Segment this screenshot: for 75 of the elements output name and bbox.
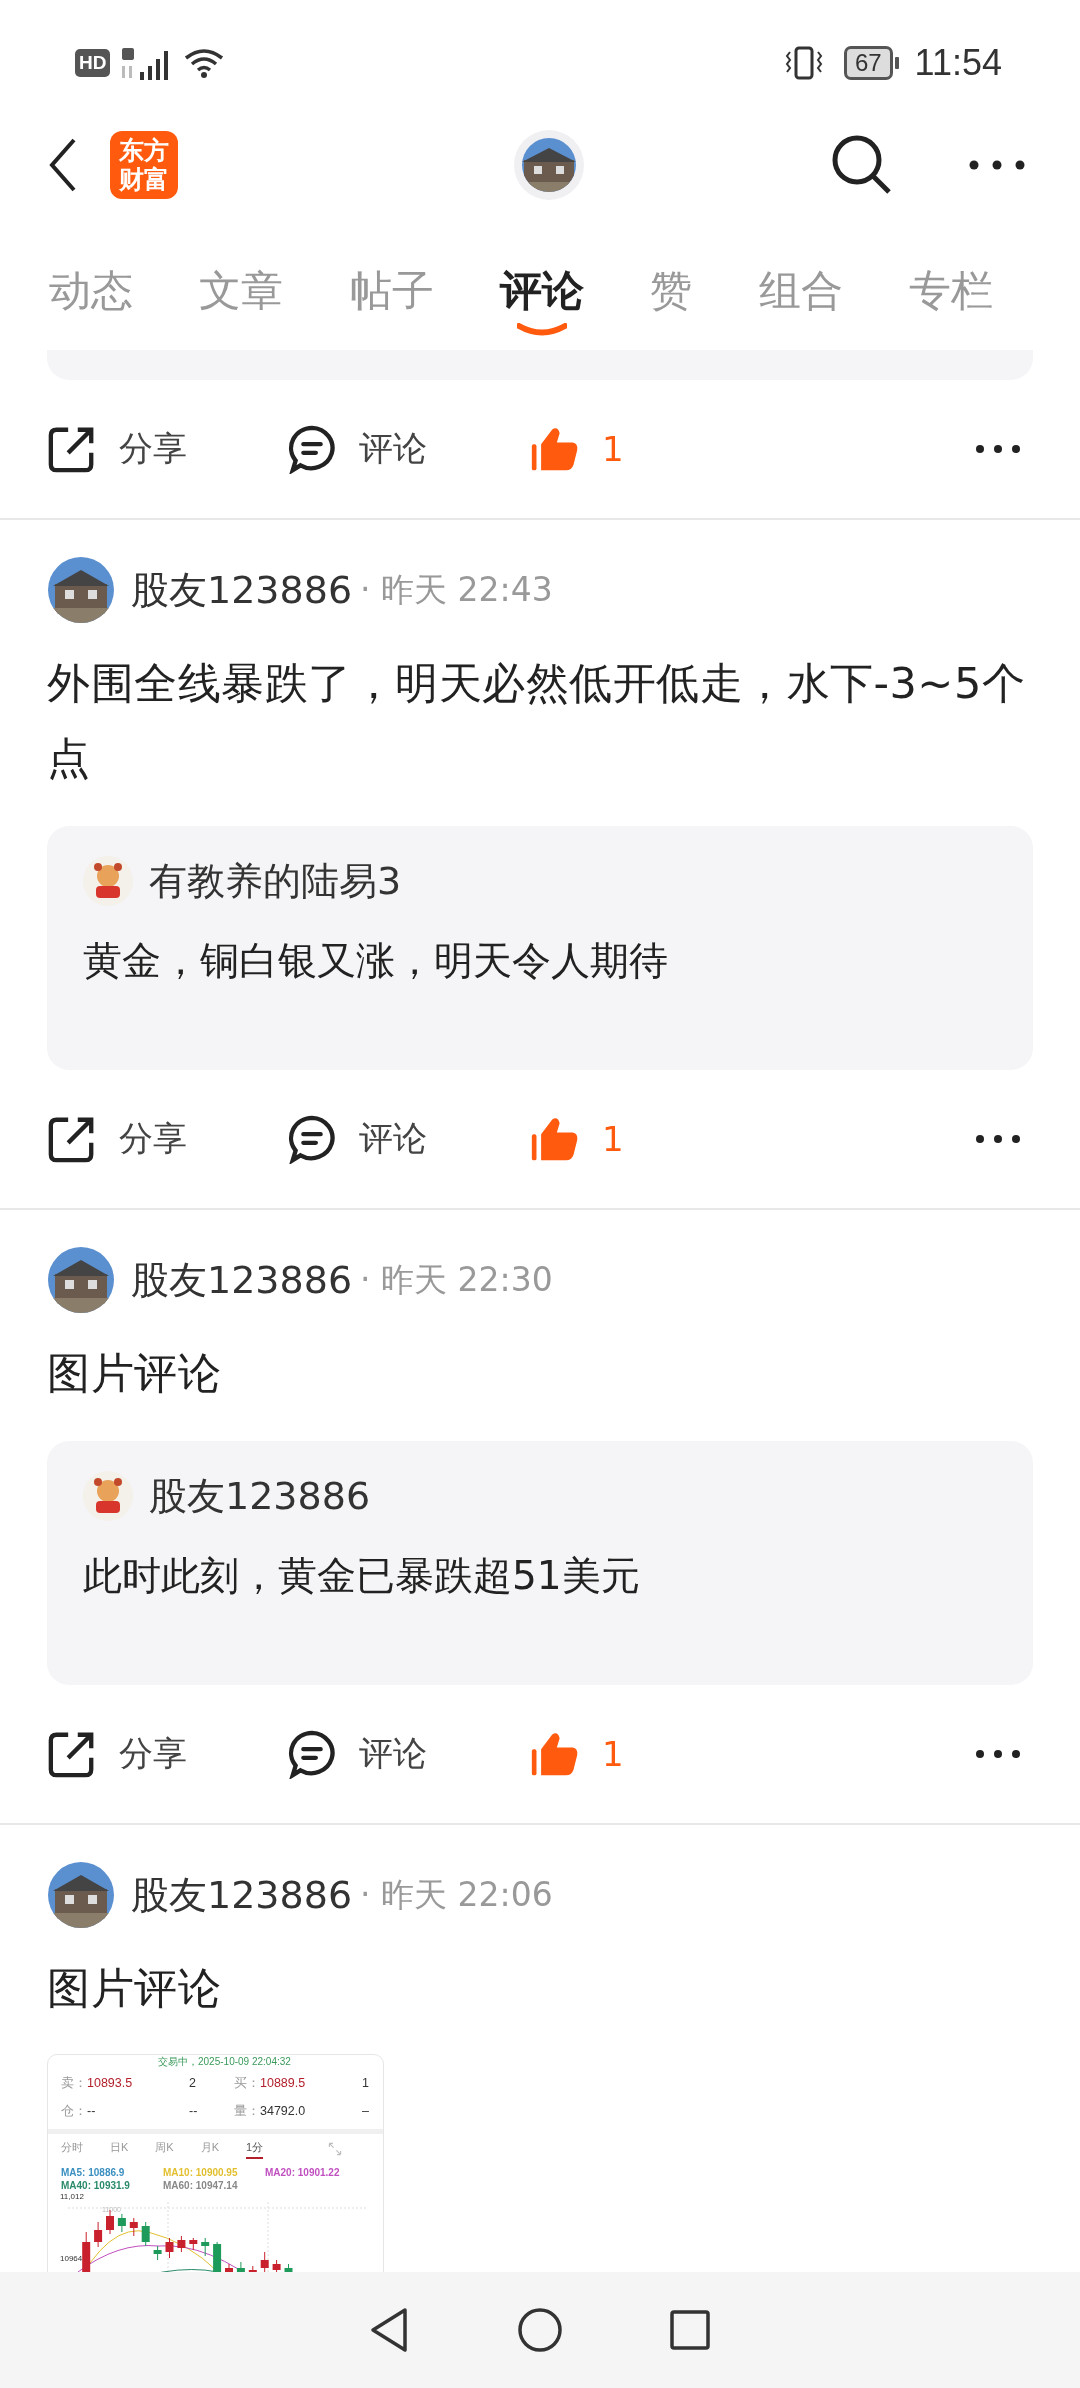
quoted-text: 此时此刻，黄金已暴跌超51美元: [83, 1552, 641, 1600]
share-label[interactable]: 分享: [119, 1116, 187, 1162]
quote-value: 2: [189, 2076, 197, 2090]
moving-average-label: MA40: 10931.9: [61, 2179, 131, 2192]
app-logo: 东方 财富: [110, 131, 178, 199]
axis-label: 11,012: [60, 2192, 84, 2201]
quoted-user-name[interactable]: 股友123886: [149, 1470, 371, 1522]
tab[interactable]: 评论: [500, 263, 584, 341]
comment-icon[interactable]: [287, 1114, 337, 1164]
back-icon[interactable]: [48, 137, 78, 193]
candlestick: [189, 2237, 198, 2251]
home-icon[interactable]: [515, 2305, 565, 2355]
like-count: 1: [602, 1119, 624, 1159]
more-icon[interactable]: [975, 1134, 1021, 1144]
network-badge: HD: [75, 48, 111, 77]
quote-value: 买：10889.5: [234, 2074, 307, 2092]
user-name[interactable]: 股友123886: [131, 1869, 353, 1921]
candlestick: [82, 2231, 91, 2272]
quote-value: --: [189, 2104, 199, 2118]
candlestick: [284, 2263, 293, 2272]
comment-text: 外围全线暴跌了，明天必然低开低走，水下-3~5个点: [47, 657, 1027, 785]
candlestick: [213, 2241, 222, 2272]
more-icon[interactable]: [975, 444, 1021, 454]
comment-label[interactable]: 评论: [359, 1116, 427, 1162]
candlestick: [117, 2213, 126, 2233]
quote-value: 1: [362, 2076, 370, 2090]
candlestick: [129, 2217, 138, 2237]
quoted-reply[interactable]: 股友123886 此时此刻，黄金已暴跌超51美元: [47, 1441, 1033, 1685]
user-name[interactable]: 股友123886: [131, 564, 353, 616]
quote-value: 量：34792.0: [234, 2102, 307, 2120]
user-name[interactable]: 股友123886: [131, 1254, 353, 1306]
more-icon[interactable]: [969, 160, 1025, 170]
more-icon[interactable]: [975, 1749, 1021, 1759]
quoted-user-name[interactable]: 有教养的陆易3: [149, 855, 402, 907]
candlestick: [225, 2263, 233, 2272]
moving-average-label: MA5: 10886.9: [61, 2166, 126, 2179]
share-label[interactable]: 分享: [119, 1731, 187, 1777]
comment-text: 图片评论: [47, 1962, 222, 2015]
like-count: 1: [602, 429, 624, 469]
candlestick: [248, 2265, 257, 2272]
comment-icon[interactable]: [287, 424, 337, 474]
like-count: 1: [602, 1734, 624, 1774]
comment-text: 图片评论: [47, 1347, 222, 1400]
candlestick: [272, 2259, 281, 2272]
quote-value: –: [362, 2104, 370, 2118]
comment-label[interactable]: 评论: [359, 426, 427, 472]
quoted-text: 黄金，铜白银又涨，明天令人期待: [83, 937, 669, 985]
quote-value: 仓：--: [61, 2102, 97, 2120]
share-label[interactable]: 分享: [119, 426, 187, 472]
moving-average-label: MA60: 10947.14: [163, 2179, 239, 2192]
comment-icon[interactable]: [287, 1729, 337, 1779]
trade-status-text: 交易中，2025-10-09 22:04:32: [157, 2055, 292, 2069]
candlestick: [165, 2237, 174, 2259]
post-time: · 昨天 22:43: [360, 568, 553, 611]
candlestick: [177, 2235, 186, 2253]
candlestick: [260, 2251, 269, 2272]
quoted-reply[interactable]: 有教养的陆易3 黄金，铜白银又涨，明天令人期待: [47, 826, 1033, 1070]
post-time: · 昨天 22:30: [360, 1258, 553, 1301]
tab-indicator: [517, 323, 567, 337]
vibrate-icon: [783, 45, 824, 80]
axis-label: 10964: [60, 2254, 83, 2263]
candlestick: [153, 2245, 162, 2261]
candlestick: [94, 2221, 103, 2248]
clock-time: 11:54: [914, 41, 1002, 84]
candlestick: [141, 2221, 150, 2247]
candlestick: [201, 2237, 210, 2257]
wifi-icon: [184, 47, 225, 78]
post-time: · 昨天 22:06: [360, 1873, 553, 1916]
candlestick: [236, 2261, 245, 2272]
moving-average-label: MA10: 10900.95: [163, 2166, 239, 2179]
battery-indicator: 67: [843, 45, 899, 80]
comment-label[interactable]: 评论: [359, 1731, 427, 1777]
moving-average-label: MA20: 10901.22: [265, 2166, 341, 2179]
period-tab[interactable]: 1分: [246, 2139, 264, 2159]
quote-value: 卖：10893.5: [61, 2074, 134, 2092]
